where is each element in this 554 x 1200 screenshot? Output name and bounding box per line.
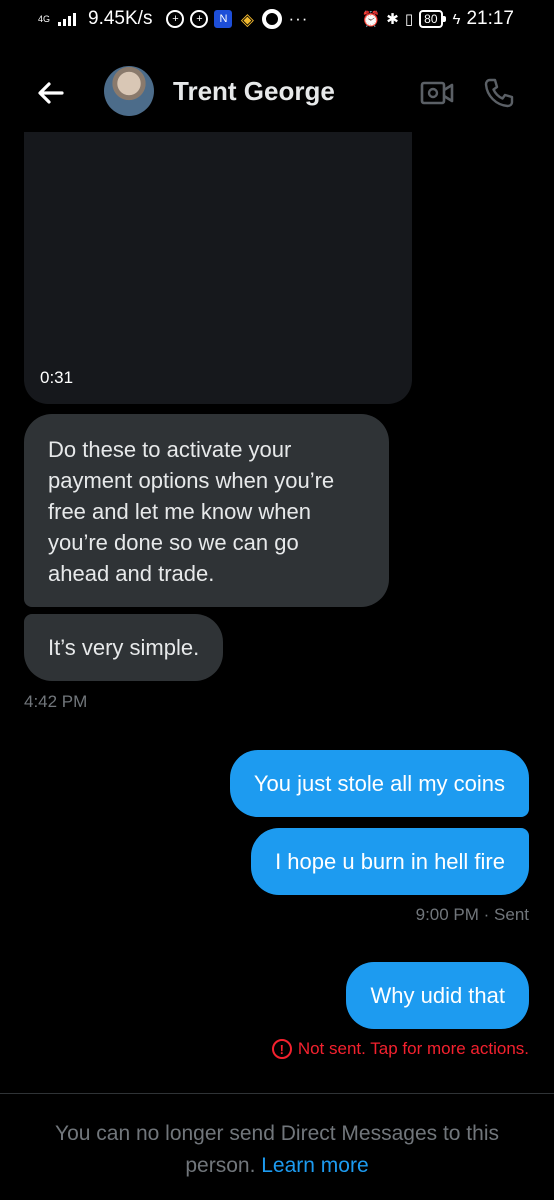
app-notification-icon: + (190, 10, 209, 28)
arrow-left-icon (38, 82, 64, 104)
status-bar: 4G 9.45K/s + + N ◈ ··· ⏰ ✱ ▯ 80 ϟ 21:17 (0, 0, 554, 40)
message-timestamp: 9:00 PM · Sent (415, 905, 529, 924)
sent-message-failed[interactable]: Why udid that (346, 962, 529, 1029)
video-camera-icon (420, 81, 454, 105)
received-message[interactable]: Do these to activate your payment option… (24, 414, 389, 607)
signal-icon (58, 12, 77, 26)
vibrate-icon: ▯ (404, 11, 414, 28)
video-message[interactable]: 0:31 (24, 132, 412, 404)
divider (0, 1093, 554, 1094)
conversation-header: Trent George (0, 56, 554, 132)
charging-icon: ϟ (452, 10, 461, 28)
error-icon: ! (271, 1039, 292, 1059)
network-speed: 9.45K/s (88, 8, 153, 29)
send-error-text: Not sent. Tap for more actions. (297, 1039, 529, 1058)
clock: 21:17 (466, 8, 514, 29)
voice-call-button[interactable] (482, 76, 516, 110)
video-call-button[interactable] (420, 78, 454, 108)
received-message[interactable]: It’s very simple. (24, 614, 224, 681)
network-type: 4G (38, 13, 51, 24)
contact-name[interactable]: Trent George (173, 76, 335, 107)
sent-message[interactable]: I hope u burn in hell fire (251, 828, 529, 895)
app-notification-icon: + (166, 10, 185, 28)
battery-icon: 80 (419, 10, 446, 28)
video-duration: 0:31 (40, 368, 74, 387)
send-error-notice[interactable]: ! Not sent. Tap for more actions. (271, 1039, 529, 1059)
bluetooth-icon: ✱ (386, 11, 399, 28)
learn-more-link[interactable]: Learn more (261, 1154, 368, 1177)
more-notifications-icon: ··· (288, 9, 309, 28)
phone-icon (484, 78, 514, 108)
app-notification-icon: N (214, 10, 233, 28)
circle-app-icon (262, 9, 283, 29)
binance-icon: ◈ (240, 9, 254, 29)
dm-disabled-notice: You can no longer send Direct Messages t… (30, 1118, 524, 1182)
sent-message[interactable]: You just stole all my coins (229, 750, 529, 817)
alarm-icon: ⏰ (361, 11, 381, 28)
message-timestamp: 4:42 PM (24, 692, 88, 711)
avatar[interactable] (104, 66, 154, 116)
back-button[interactable] (34, 76, 68, 110)
